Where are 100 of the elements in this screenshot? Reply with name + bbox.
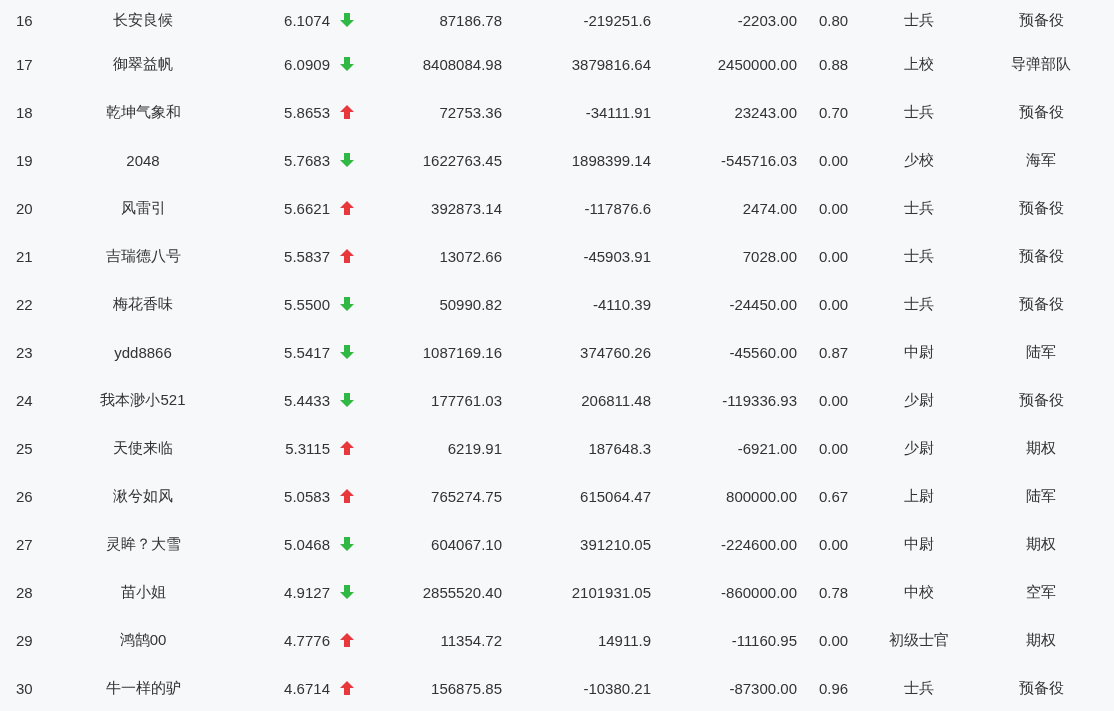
table-cell-text: 0.96 — [818, 679, 849, 697]
name-cell: 长安良候 — [113, 10, 173, 30]
name-cell: ydd8866 — [114, 343, 172, 361]
name-cell: 天使来临 — [113, 438, 173, 458]
name-cell: 吉瑞德八号 — [105, 246, 181, 266]
table-cell: 陆军 — [1026, 342, 1056, 362]
table-cell-text: 0.70 — [818, 103, 849, 121]
table-cell: 50990.82 — [439, 295, 502, 313]
table-cell: 8408084.98 — [422, 55, 502, 73]
name-cell: 御翠益帆 — [113, 54, 173, 74]
table-cell: 陆军 — [1026, 486, 1056, 506]
table-cell: 空军 — [1026, 582, 1056, 602]
table-cell: -119336.93 — [722, 391, 797, 409]
table-cell: -545716.03 — [721, 151, 797, 169]
table-cell: 23243.00 — [734, 103, 797, 121]
table-cell: 156875.85 — [431, 679, 502, 697]
rank-title-cell: 士兵 — [904, 102, 934, 122]
table-cell: 预备役 — [1018, 198, 1064, 218]
table-cell: -4110.39 — [592, 295, 651, 313]
rank-title-cell: 上校 — [904, 54, 934, 74]
rank-cell-text: 23 — [15, 343, 34, 361]
rank-cell-text: 19 — [15, 151, 34, 169]
table-cell-text: 0.88 — [818, 55, 849, 73]
table-cell-text: 0.00 — [818, 199, 849, 217]
rank-cell-text: 28 — [15, 583, 34, 601]
rank-cell-text: 27 — [15, 535, 34, 553]
value-cell: 6.0909 — [284, 55, 330, 73]
table-cell-text: 0.00 — [818, 247, 849, 265]
table-cell: 期权 — [1026, 630, 1056, 650]
table-cell: 2101931.05 — [571, 583, 651, 601]
table-cell-text: 0.00 — [818, 391, 849, 409]
table-cell: -34111.91 — [585, 103, 651, 121]
table-cell: 期权 — [1026, 438, 1056, 458]
table-cell-text: 0.00 — [818, 631, 849, 649]
table-cell: -860000.00 — [721, 583, 797, 601]
table-cell-text: 0.87 — [818, 343, 849, 361]
table-cell: -2203.00 — [737, 11, 797, 29]
rank-title-cell: 中校 — [904, 582, 934, 602]
value-cell: 5.3115 — [285, 439, 330, 457]
name-cell: 乾坤气象和 — [105, 102, 181, 122]
name-cell: 梅花香味 — [113, 294, 173, 314]
rank-title-cell: 士兵 — [904, 294, 934, 314]
table-cell: 3879816.64 — [571, 55, 651, 73]
table-cell-text: 0.00 — [818, 439, 849, 457]
rank-cell-text: 17 — [15, 55, 34, 73]
table-cell: 800000.00 — [726, 487, 797, 505]
value-cell: 4.9127 — [284, 583, 330, 601]
rank-title-cell: 少尉 — [904, 438, 934, 458]
value-cell: 5.0583 — [284, 487, 330, 505]
rank-title-cell: 中尉 — [904, 534, 934, 554]
table-cell: 391210.05 — [580, 535, 651, 553]
table-cell: -45560.00 — [729, 343, 797, 361]
table-cell-text: 0.00 — [818, 535, 849, 553]
table-cell: 177761.03 — [431, 391, 502, 409]
table-cell: 预备役 — [1018, 678, 1064, 698]
table-cell: -117876.6 — [584, 199, 651, 217]
value-cell: 5.8653 — [284, 103, 330, 121]
table-cell: 13072.66 — [439, 247, 502, 265]
table-cell: 6219.91 — [447, 439, 502, 457]
rank-cell-text: 16 — [15, 11, 34, 29]
value-cell: 4.7776 — [284, 631, 330, 649]
value-cell: 6.1074 — [284, 11, 330, 29]
rank-title-cell: 士兵 — [904, 198, 934, 218]
table-cell-text: 0.80 — [818, 11, 849, 29]
table-cell: 导弹部队 — [1011, 54, 1071, 74]
name-cell: 我本渺小521 — [100, 390, 186, 410]
table-cell: 392873.14 — [431, 199, 502, 217]
table-cell: 765274.75 — [431, 487, 502, 505]
table-cell: -10380.21 — [583, 679, 651, 697]
value-cell: 5.5417 — [284, 343, 330, 361]
name-cell: 苗小姐 — [120, 582, 166, 602]
table-cell: 615064.47 — [580, 487, 651, 505]
table-cell: 604067.10 — [431, 535, 502, 553]
rank-title-cell: 士兵 — [904, 246, 934, 266]
value-cell: 5.5837 — [284, 247, 330, 265]
rank-title-cell: 少校 — [904, 150, 934, 170]
table-cell: 72753.36 — [439, 103, 502, 121]
table-cell: 87186.78 — [439, 11, 502, 29]
table-cell: 2855520.40 — [422, 583, 502, 601]
table-cell: -45903.91 — [583, 247, 651, 265]
rank-title-cell: 上尉 — [904, 486, 934, 506]
table-cell: 7028.00 — [742, 247, 797, 265]
rank-cell-text: 30 — [15, 679, 34, 697]
rank-cell-text: 29 — [15, 631, 34, 649]
table-cell: 374760.26 — [580, 343, 651, 361]
table-cell: 期权 — [1026, 534, 1056, 554]
value-cell: 5.6621 — [284, 199, 330, 217]
name-cell: 鸿鹄00 — [119, 630, 167, 650]
table-cell: -24450.00 — [729, 295, 797, 313]
table-cell: 206811.48 — [581, 391, 651, 409]
rank-cell-text: 24 — [15, 391, 34, 409]
table-cell: 11354.72 — [440, 631, 502, 649]
rank-title-cell: 士兵 — [904, 10, 934, 30]
rank-cell-text: 21 — [15, 247, 34, 265]
table-cell: 1898399.14 — [571, 151, 651, 169]
table-cell-text: 0.00 — [818, 151, 849, 169]
table-cell: -6921.00 — [737, 439, 797, 457]
table-cell: 预备役 — [1018, 10, 1064, 30]
table-cell: -11160.95 — [731, 631, 797, 649]
name-cell: 牛一样的驴 — [105, 678, 181, 698]
